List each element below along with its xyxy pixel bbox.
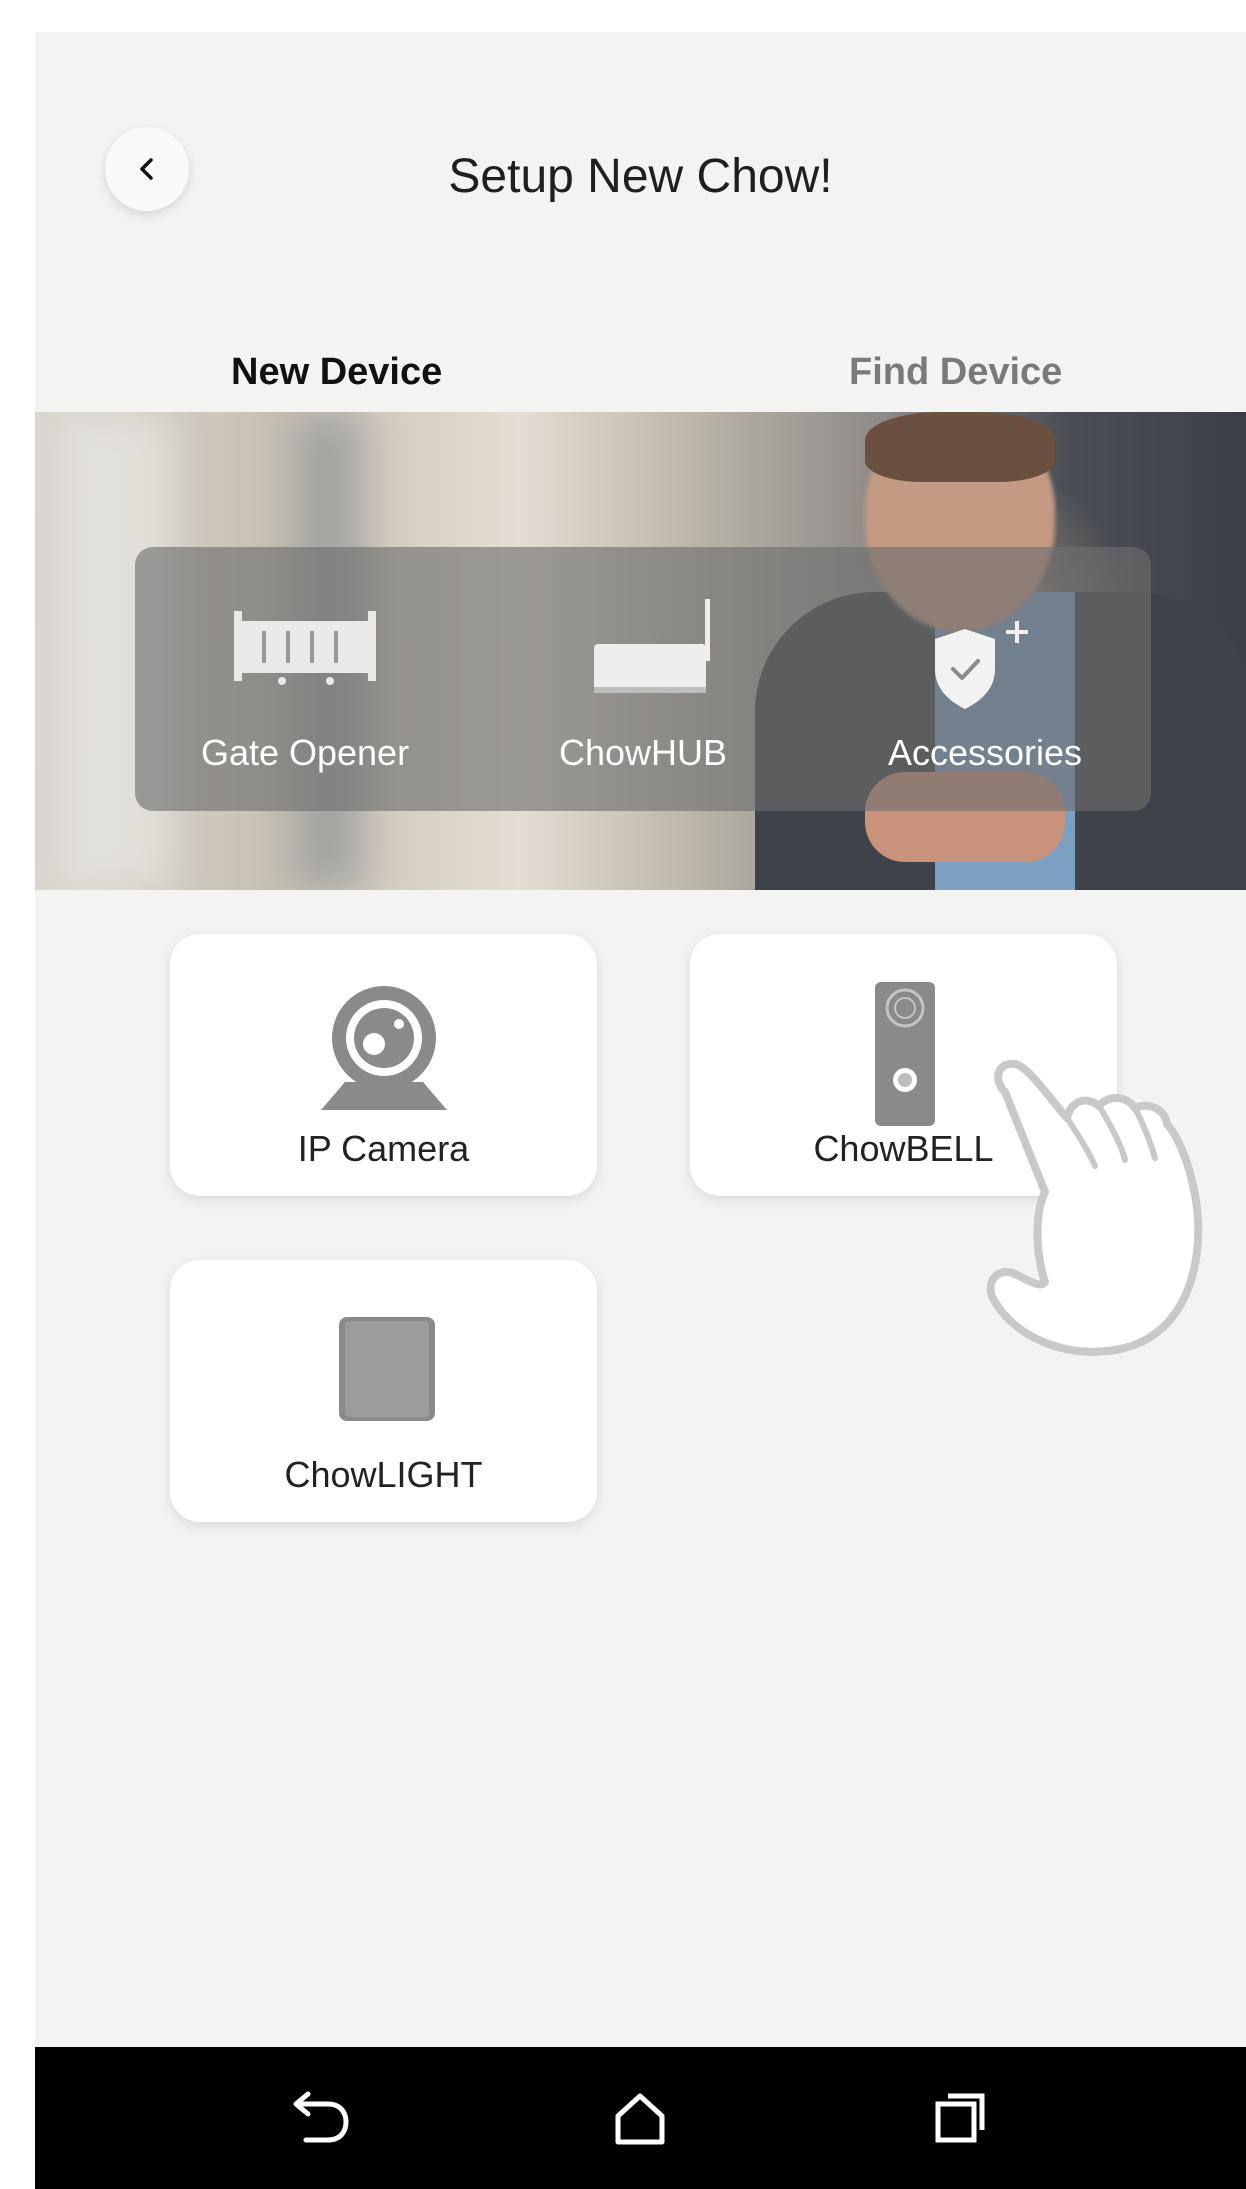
gate-opener-option[interactable]: Gate Opener <box>135 547 475 811</box>
chowlight-card[interactable]: ChowLIGHT <box>170 1260 597 1522</box>
nav-recents-button[interactable] <box>925 2083 995 2153</box>
tab-find-device[interactable]: Find Device <box>849 342 1062 402</box>
gate-opener-label: Gate Opener <box>200 732 410 773</box>
tap-hint-hand-icon <box>986 1059 1203 1356</box>
promo-banner: Gate Opener ChowHUB Accessories <box>35 412 1246 890</box>
system-nav-bar <box>35 2047 1246 2189</box>
webcam-icon <box>321 986 447 1110</box>
shield-plus-icon <box>935 621 1028 709</box>
ip-camera-label: IP Camera <box>297 1128 470 1169</box>
hub-icon <box>594 599 710 693</box>
home-icon <box>615 2093 665 2145</box>
nav-back-button[interactable] <box>285 2083 355 2153</box>
accessories-label: Accessories <box>887 732 1083 773</box>
doorbell-icon <box>875 982 935 1126</box>
app-screen: Setup New Chow! New Device Find Device G… <box>35 32 1246 2189</box>
recents-icon <box>935 2093 985 2143</box>
tab-new-device[interactable]: New Device <box>231 342 442 402</box>
back-arrow-icon <box>293 2091 349 2143</box>
light-switch-icon <box>339 1317 435 1421</box>
accessories-option[interactable]: Accessories <box>815 547 1155 811</box>
nav-home-button[interactable] <box>605 2083 675 2153</box>
featured-devices-panel: Gate Opener ChowHUB Accessories <box>135 547 1151 811</box>
chowlight-label: ChowLIGHT <box>284 1454 483 1495</box>
ip-camera-card[interactable]: IP Camera <box>170 934 597 1196</box>
gate-icon <box>234 611 376 685</box>
banner-person-hair <box>865 412 1055 482</box>
chowhub-option[interactable]: ChowHUB <box>473 547 813 811</box>
page-title: Setup New Chow! <box>448 150 833 203</box>
chowhub-label: ChowHUB <box>558 732 728 773</box>
